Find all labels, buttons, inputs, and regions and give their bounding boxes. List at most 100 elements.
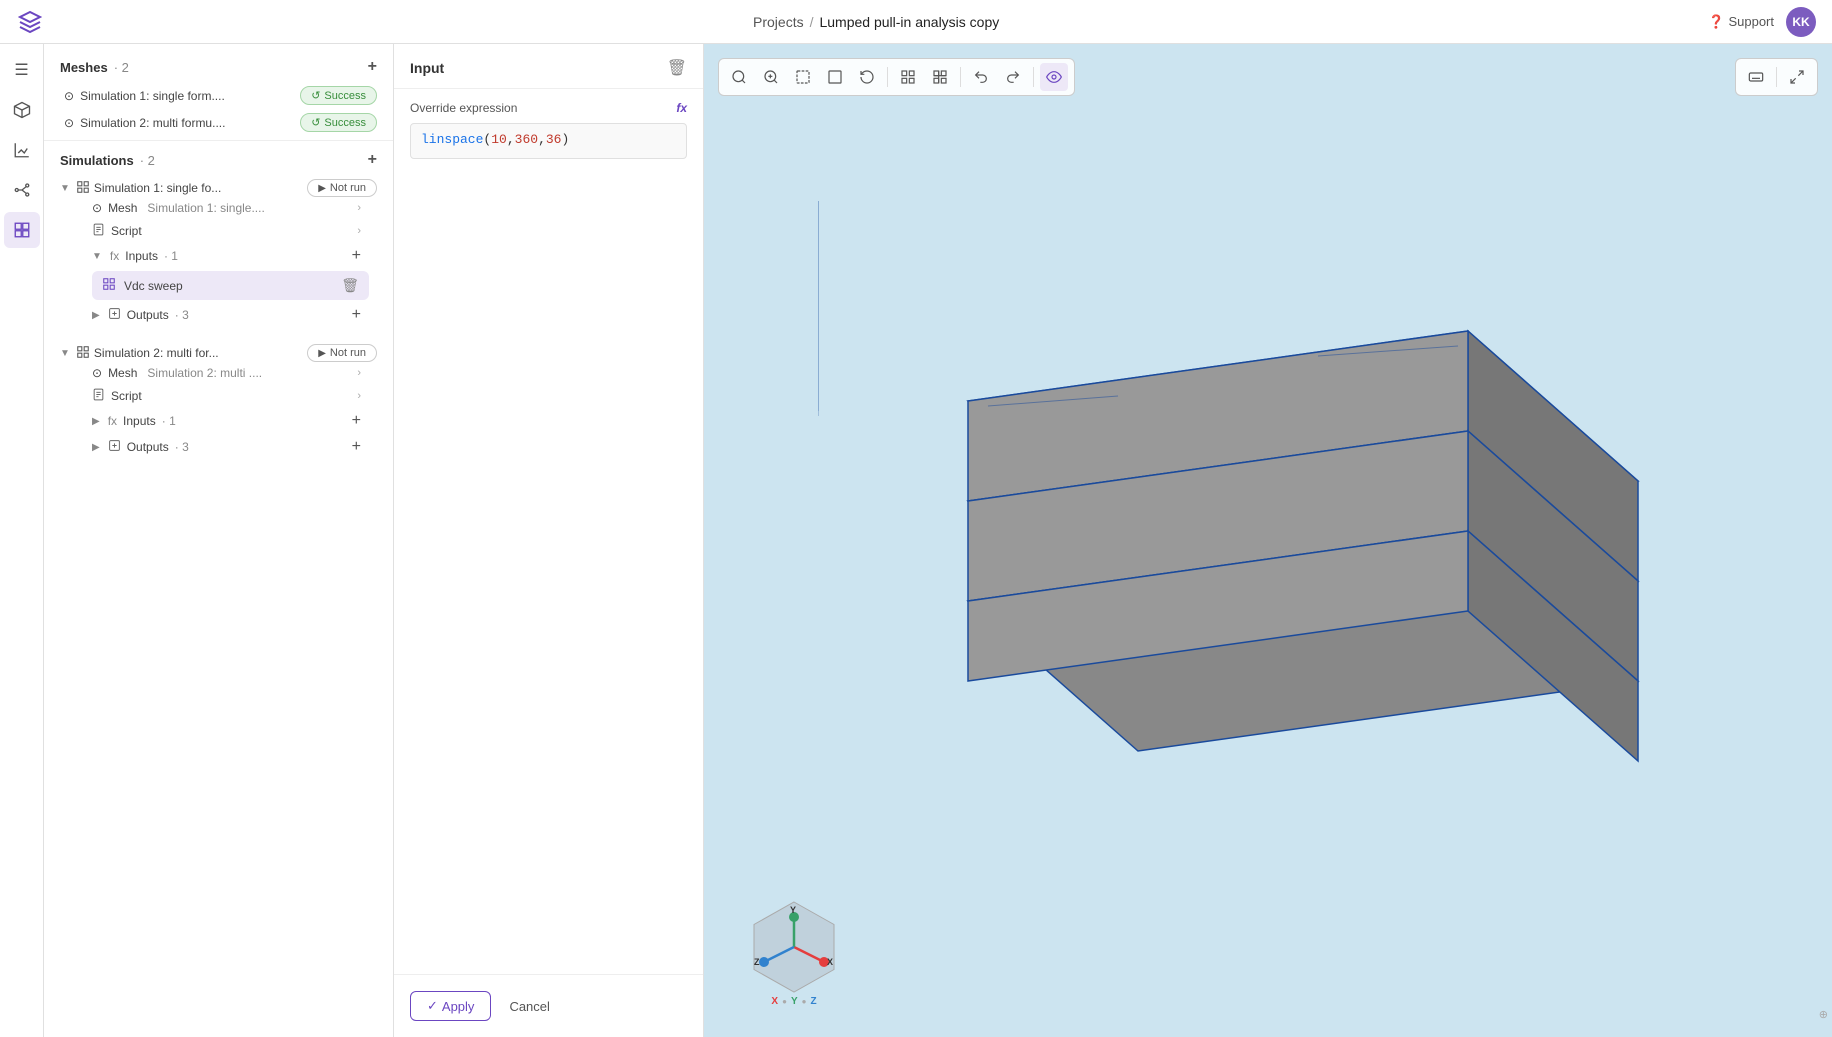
sim1-add-output-btn[interactable]: +: [352, 306, 361, 324]
simulations-title: Simulations · 2: [60, 153, 155, 168]
sim2-icon: [76, 345, 90, 362]
sim1-inputs-label: Inputs: [125, 249, 158, 263]
question-icon: ❓: [1708, 14, 1724, 30]
add-simulation-button[interactable]: +: [368, 151, 377, 169]
meshes-count: · 2: [114, 60, 129, 75]
code-arg3: 36: [546, 132, 562, 147]
meshes-title: Meshes · 2: [60, 60, 129, 75]
sim1-outputs-icon: [108, 307, 121, 323]
breadcrumb-projects[interactable]: Projects: [753, 14, 804, 30]
sim2-add-output-btn[interactable]: +: [352, 438, 361, 456]
mesh-2-success-badge: ↺ Success: [300, 113, 377, 132]
sim2-inputs-row: ▶ fx Inputs · 1 +: [92, 408, 369, 434]
sidebar-simulation-btn[interactable]: [4, 212, 40, 248]
3d-geometry: [818, 201, 1718, 881]
sim2-outputs-label: Outputs: [127, 440, 169, 454]
simulations-label: Simulations: [60, 153, 134, 168]
sim2-mesh-row[interactable]: ⊙ Mesh Simulation 2: multi .... ›: [92, 362, 369, 384]
sim1-inputs-left: ▼ fx Inputs · 1: [92, 249, 178, 263]
code-close-paren: ): [561, 132, 569, 147]
apply-button[interactable]: ✓ Apply: [410, 991, 491, 1021]
sim2-collapse-btn[interactable]: ▼: [60, 348, 70, 359]
checkmark-icon: ✓: [427, 998, 438, 1014]
mesh-name-2: Simulation 2: multi formu....: [80, 116, 225, 130]
simulations-section-header: Simulations · 2 +: [44, 145, 393, 175]
icon-sidebar: ☰: [0, 44, 44, 1037]
success-refresh-icon-1: ↺: [311, 89, 320, 102]
sim2-inputs-label: Inputs: [123, 414, 156, 428]
svg-text:X: X: [827, 957, 833, 967]
mesh-item-2[interactable]: ⊙ Simulation 2: multi formu.... ↺ Succes…: [44, 109, 393, 136]
tree-section: Meshes · 2 + ⊙ Simulation 1: single form…: [44, 44, 393, 1037]
simulation-1-left: ▼ Simulation 1: single fo...: [60, 180, 221, 197]
sim2-script-row[interactable]: Script ›: [92, 384, 369, 408]
sidebar-chart-btn[interactable]: [4, 132, 40, 168]
sim1-outputs-left: ▶ Outputs · 3: [92, 307, 189, 323]
fx-button[interactable]: fx: [676, 101, 687, 115]
orientation-gizmo: X Y Z X ● Y ● Z: [744, 897, 844, 1007]
sim1-outputs-count: · 3: [175, 308, 189, 322]
sidebar-hamburger-btn[interactable]: ☰: [4, 52, 40, 88]
mesh-item-1[interactable]: ⊙ Simulation 1: single form.... ↺ Succes…: [44, 82, 393, 109]
sim1-script-row[interactable]: Script ›: [92, 219, 369, 243]
simulation-2-left: ▼ Simulation 2: multi for...: [60, 345, 219, 362]
support-button[interactable]: ❓ Support: [1708, 14, 1774, 30]
simulation-2-name: Simulation 2: multi for...: [94, 346, 219, 360]
gizmo-x-label: X: [771, 996, 778, 1007]
topbar-left: [16, 8, 44, 36]
main-layout: ☰: [0, 44, 1832, 1037]
viewport[interactable]: X Y Z X ● Y ● Z ⊕: [704, 44, 1832, 1037]
sim1-mesh-chevron: ›: [357, 202, 361, 214]
vdc-sweep-delete-btn[interactable]: 🗑: [341, 277, 359, 294]
vdc-sweep-item[interactable]: Vdc sweep 🗑: [92, 271, 369, 300]
sim1-script-chevron: ›: [357, 225, 361, 237]
left-panel: Meshes · 2 + ⊙ Simulation 1: single form…: [44, 44, 394, 1037]
sim2-outputs-count: · 3: [175, 440, 189, 454]
sim1-outputs-collapse[interactable]: ▶: [92, 310, 100, 321]
simulation-2-row[interactable]: ▼ Simulation 2: multi for... ▶ Not run: [60, 344, 377, 362]
sim2-notrun-badge: ▶ Not run: [307, 344, 377, 362]
sim1-script-left: Script: [92, 223, 142, 239]
sidebar-cube-btn[interactable]: [4, 92, 40, 128]
override-label-row: Override expression fx: [410, 101, 687, 115]
sim2-play-icon: ▶: [318, 348, 326, 359]
logo[interactable]: [16, 8, 44, 36]
divider-1: [44, 140, 393, 141]
simulation-1-item: ▼ Simulation 1: single fo... ▶ Not run: [44, 175, 393, 332]
sim2-add-input-btn[interactable]: +: [352, 412, 361, 430]
gizmo-y-label: Y: [791, 996, 798, 1007]
simulation-1-name: Simulation 1: single fo...: [94, 181, 221, 195]
svg-text:Z: Z: [754, 957, 760, 967]
input-panel-delete-btn[interactable]: 🗑: [667, 58, 687, 78]
mesh-icon-1: ⊙: [64, 89, 74, 103]
code-editor[interactable]: linspace(10,360,36): [410, 123, 687, 159]
meshes-label: Meshes: [60, 60, 108, 75]
gizmo-dot2: ●: [802, 997, 807, 1006]
sim1-outputs-label: Outputs: [127, 308, 169, 322]
apply-label: Apply: [442, 999, 475, 1014]
topbar: Projects / Lumped pull-in analysis copy …: [0, 0, 1832, 44]
sim1-collapse-btn[interactable]: ▼: [60, 183, 70, 194]
sim1-mesh-row[interactable]: ⊙ Mesh Simulation 1: single.... ›: [92, 197, 369, 219]
action-row: ✓ Apply Cancel: [394, 974, 703, 1037]
sim1-add-input-btn[interactable]: +: [352, 247, 361, 265]
mesh-icon-2: ⊙: [64, 116, 74, 130]
sim2-inputs-collapse[interactable]: ▶: [92, 416, 100, 427]
sidebar-nodes-btn[interactable]: [4, 172, 40, 208]
simulations-count: · 2: [140, 153, 155, 168]
support-label: Support: [1728, 14, 1774, 29]
mesh-item-1-left: ⊙ Simulation 1: single form....: [64, 89, 225, 103]
sim1-status: Not run: [330, 182, 366, 194]
simulation-1-row[interactable]: ▼ Simulation 1: single fo... ▶ Not run: [60, 179, 377, 197]
sim2-outputs-row: ▶ Outputs · 3 +: [92, 434, 369, 460]
sim1-script-icon: [92, 223, 105, 239]
cancel-button[interactable]: Cancel: [501, 993, 557, 1020]
sim2-outputs-collapse[interactable]: ▶: [92, 442, 100, 453]
sim2-mesh-chevron: ›: [357, 367, 361, 379]
sim2-script-chevron: ›: [357, 390, 361, 402]
sim1-mesh-label: Mesh: [108, 201, 137, 215]
sim1-inputs-collapse[interactable]: ▼: [92, 251, 102, 262]
user-avatar[interactable]: KK: [1786, 7, 1816, 37]
add-mesh-button[interactable]: +: [368, 58, 377, 76]
vdc-icon: [102, 277, 116, 294]
